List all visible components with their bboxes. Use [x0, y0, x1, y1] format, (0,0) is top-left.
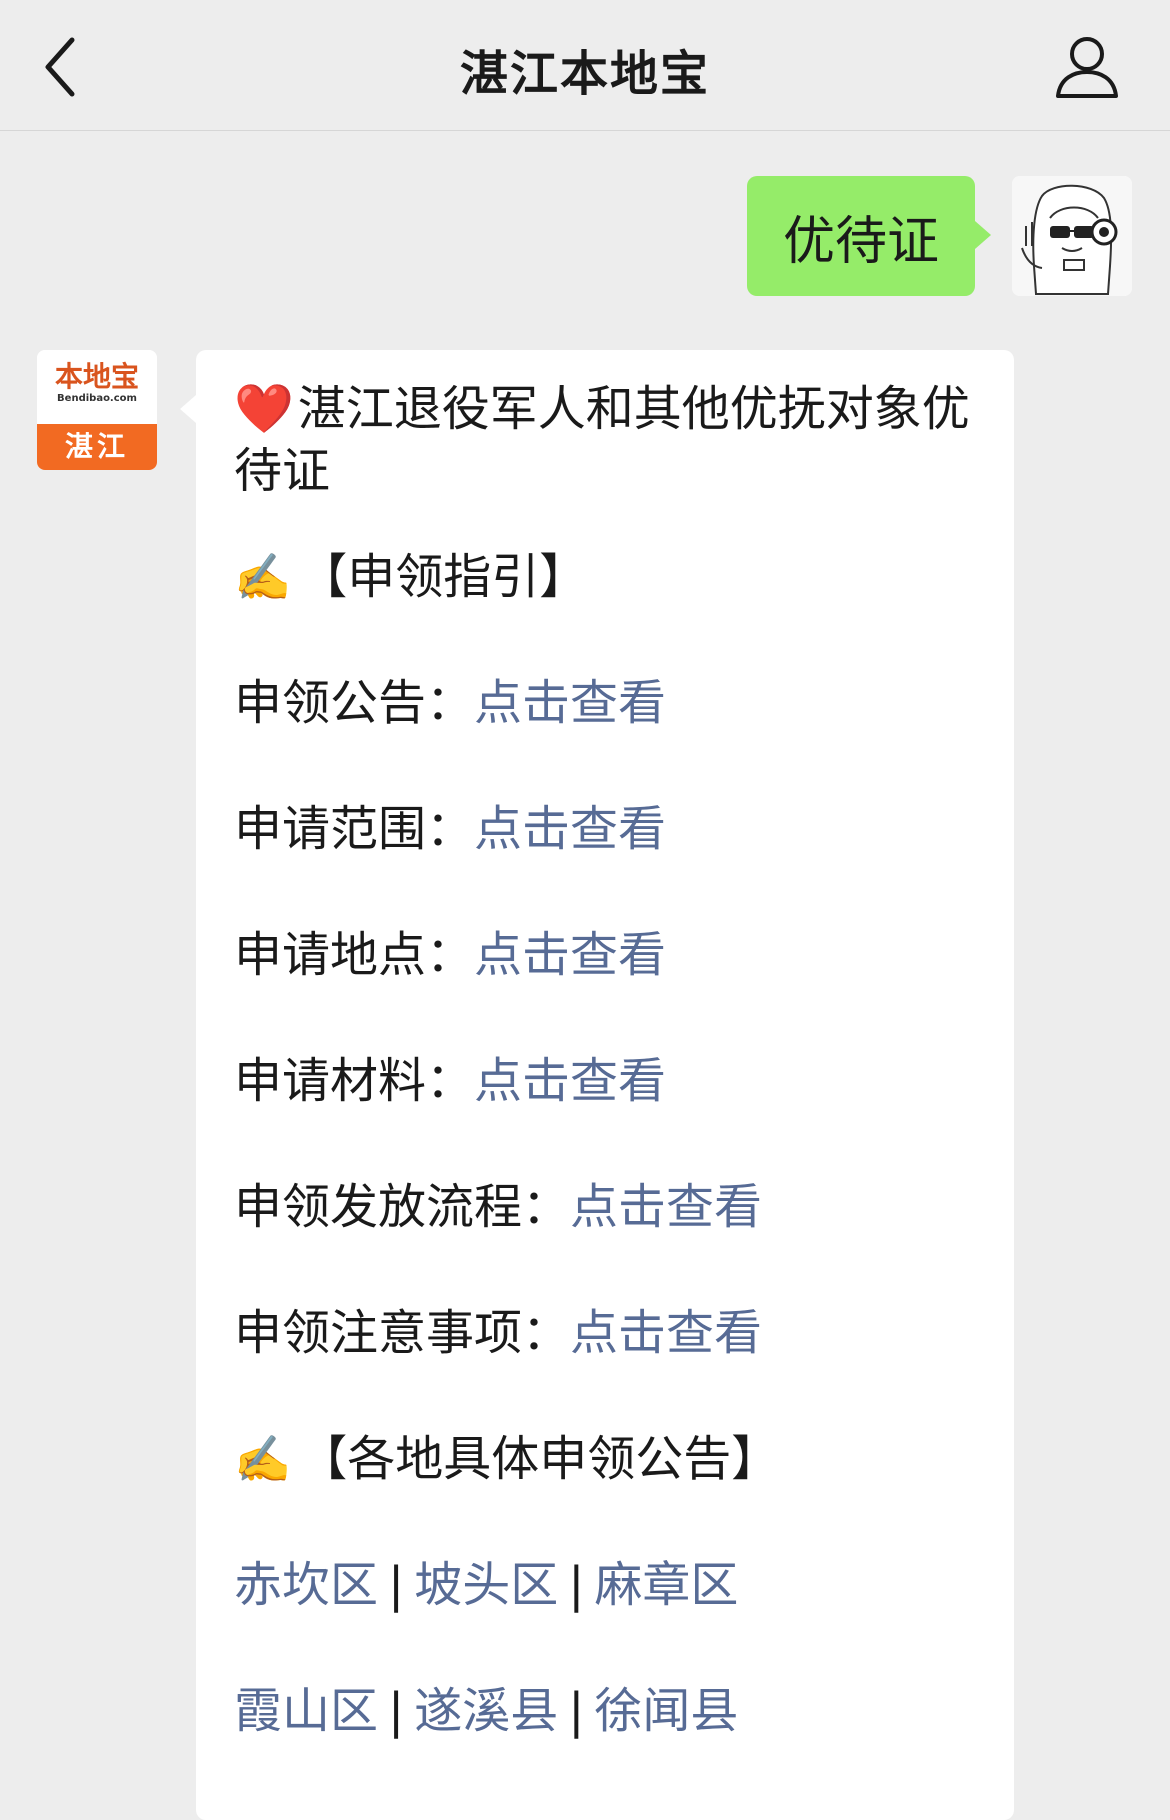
district-link-chikan[interactable]: 赤坎区	[234, 1557, 378, 1613]
list-item: 申领发放流程：点击查看	[234, 1176, 994, 1302]
row-label: 申领发放流程：	[234, 1179, 571, 1235]
bot-message-content: ❤️湛江退役军人和其他优抚对象优待证 ✍️ 【申领指引】 申领公告：点击查看 申请…	[234, 378, 994, 1806]
logo-city-text: 湛江	[37, 424, 157, 470]
bot-message-bubble[interactable]: ❤️湛江退役军人和其他优抚对象优待证 ✍️ 【申领指引】 申领公告：点击查看 申请…	[180, 350, 1014, 1820]
row-label: 申领注意事项：	[234, 1305, 571, 1361]
message-title-text: 湛江退役军人和其他优抚对象优待证	[234, 381, 970, 499]
view-link[interactable]: 点击查看	[474, 927, 666, 983]
writing-hand-icon: ✍️	[234, 1432, 292, 1486]
section-districts-label: 【各地具体申领公告】	[299, 1431, 780, 1487]
district-link-suixi[interactable]: 遂溪县	[414, 1683, 558, 1739]
district-link-xuwen[interactable]: 徐闻县	[594, 1683, 738, 1739]
message-title: ❤️湛江退役军人和其他优抚对象优待证	[234, 378, 994, 502]
logo-sub-text: Bendibao.com	[57, 393, 137, 404]
heart-icon: ❤️	[234, 381, 294, 437]
user-message-bubble[interactable]: 优待证	[747, 176, 991, 296]
section-districts-heading: ✍️ 【各地具体申领公告】	[234, 1428, 994, 1554]
user-avatar[interactable]	[1012, 176, 1132, 296]
profile-icon[interactable]	[1054, 34, 1120, 100]
row-label: 申请范围：	[234, 801, 475, 857]
list-item: 申请地点：点击查看	[234, 924, 994, 1050]
user-message-text: 优待证	[782, 211, 939, 272]
bendibao-logo: 本地宝 Bendibao.com	[37, 350, 157, 424]
view-link[interactable]: 点击查看	[570, 1179, 762, 1235]
section-guide-heading: ✍️ 【申领指引】	[234, 546, 994, 672]
district-links-row: 霞山区 | 遂溪县 | 徐闻县	[234, 1680, 994, 1806]
district-link-potou[interactable]: 坡头区	[414, 1557, 558, 1613]
logo-main-text: 本地宝	[54, 360, 139, 393]
separator: |	[388, 1557, 405, 1613]
chat-title: 湛江本地宝	[459, 46, 710, 102]
district-links-row: 赤坎区 | 坡头区 | 麻章区	[234, 1554, 994, 1680]
district-link-xiashan[interactable]: 霞山区	[234, 1683, 378, 1739]
list-item: 申请范围：点击查看	[234, 798, 994, 924]
view-link[interactable]: 点击查看	[474, 675, 666, 731]
view-link[interactable]: 点击查看	[474, 801, 666, 857]
separator: |	[568, 1683, 585, 1739]
section-guide-label: 【申领指引】	[299, 549, 588, 605]
list-item: 申领注意事项：点击查看	[234, 1302, 994, 1428]
row-label: 申请地点：	[234, 927, 475, 983]
list-item: 申请材料：点击查看	[234, 1050, 994, 1176]
separator: |	[568, 1557, 585, 1613]
separator: |	[388, 1683, 405, 1739]
view-link[interactable]: 点击查看	[570, 1305, 762, 1361]
user-avatar-image	[1012, 176, 1132, 296]
list-item: 申领公告：点击查看	[234, 672, 994, 798]
district-link-mazhang[interactable]: 麻章区	[594, 1557, 738, 1613]
writing-hand-icon: ✍️	[234, 550, 292, 604]
view-link[interactable]: 点击查看	[474, 1053, 666, 1109]
row-label: 申请材料：	[234, 1053, 475, 1109]
row-label: 申领公告：	[234, 675, 475, 731]
chat-header: 湛江本地宝	[0, 0, 1170, 131]
bot-avatar[interactable]: 本地宝 Bendibao.com 湛江	[37, 350, 157, 470]
